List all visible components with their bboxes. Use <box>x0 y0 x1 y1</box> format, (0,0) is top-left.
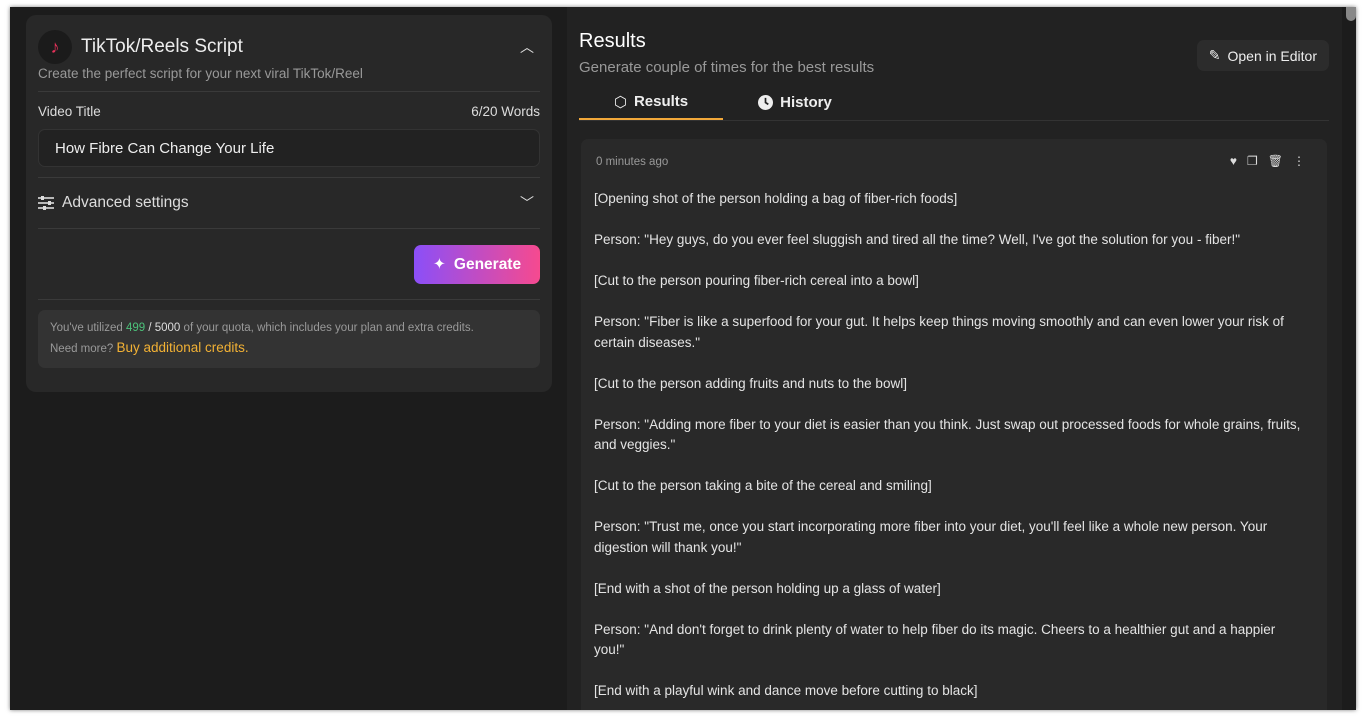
result-timestamp: 0 minutes ago <box>596 156 669 168</box>
tab-label: Results <box>633 93 689 110</box>
heart-icon[interactable]: ♥ <box>1230 154 1237 168</box>
trash-icon[interactable]: 🗑︎ <box>1268 154 1283 168</box>
result-text: [Opening shot of the person holding a ba… <box>594 189 1304 710</box>
copy-icon[interactable]: ❐ <box>1247 154 1258 168</box>
tab-label: History <box>780 94 832 111</box>
result-paragraph: Person: "Fiber is like a superfood for y… <box>594 314 1284 350</box>
results-panel: Results Generate couple of times for the… <box>567 7 1342 710</box>
buy-credits-link[interactable]: Buy additional credits. <box>117 340 249 355</box>
more-vertical-icon[interactable]: ⋮ <box>1293 154 1305 168</box>
quota-suffix: of your quota, which includes your plan … <box>183 322 474 334</box>
result-paragraph: [End with a playful wink and dance move … <box>594 683 978 698</box>
result-paragraph: Person: "And don't forget to drink plent… <box>594 621 1276 658</box>
tabs: ⬡ Results History <box>579 85 1329 121</box>
advanced-settings-label: Advanced settings <box>62 194 189 211</box>
quota-sep: / <box>148 322 152 334</box>
video-title-input[interactable]: How Fibre Can Change Your Life <box>38 129 540 167</box>
result-paragraph: [Cut to the person pouring fiber-rich ce… <box>594 273 919 288</box>
sparkles-icon: ✦ <box>432 256 446 273</box>
results-title: Results <box>579 30 646 52</box>
form-subtitle: Create the perfect script for your next … <box>38 66 363 81</box>
chevron-up-icon[interactable]: ︿ <box>520 37 534 57</box>
open-editor-label: Open in Editor <box>1227 47 1318 64</box>
divider <box>38 228 540 229</box>
generate-button[interactable]: ✦ Generate <box>414 245 540 284</box>
result-paragraph: Person: "Adding more fiber to your diet … <box>594 416 1301 453</box>
video-title-label: Video Title <box>38 104 101 119</box>
quota-prefix: You've utilized <box>50 322 123 334</box>
divider <box>38 299 540 300</box>
clock-icon <box>758 95 774 110</box>
cube-icon: ⬡ <box>613 93 627 111</box>
result-paragraph: [Opening shot of the person holding a ba… <box>594 191 958 206</box>
quota-notice: You've utilized 499 / 5000 of your quota… <box>38 310 540 368</box>
pencil-icon: ✎ <box>1208 47 1221 63</box>
divider <box>38 91 540 92</box>
result-paragraph: Person: "Trust me, once you start incorp… <box>594 519 1268 555</box>
script-form-card: ♪ TikTok/Reels Script ︿ Create the perfe… <box>26 15 552 392</box>
quota-total: 5000 <box>154 322 181 334</box>
quota-used: 499 <box>125 322 146 334</box>
quota-need: Need more? <box>50 343 114 355</box>
tiktok-icon: ♪ <box>38 30 72 64</box>
sliders-icon <box>38 196 54 210</box>
results-subtitle: Generate couple of times for the best re… <box>579 59 875 76</box>
advanced-settings-toggle[interactable]: Advanced settings ﹀ <box>38 178 540 228</box>
chevron-down-icon: ﹀ <box>520 195 534 211</box>
result-paragraph: [Cut to the person taking a bite of the … <box>594 478 932 493</box>
result-paragraph: [Cut to the person adding fruits and nut… <box>594 375 907 391</box>
tab-history[interactable]: History <box>723 85 867 120</box>
form-title: TikTok/Reels Script <box>81 36 243 57</box>
tab-results[interactable]: ⬡ Results <box>579 85 723 120</box>
app-window: ♪ TikTok/Reels Script ︿ Create the perfe… <box>10 7 1356 710</box>
word-count: 6/20 Words <box>471 104 540 119</box>
result-card: 0 minutes ago ♥ ❐ 🗑︎ ⋮ [Opening shot of … <box>581 139 1327 710</box>
result-paragraph: [End with a shot of the person holding u… <box>594 580 941 596</box>
open-in-editor-button[interactable]: ✎ Open in Editor <box>1196 40 1329 71</box>
scrollbar[interactable] <box>1346 7 1356 21</box>
generate-label: Generate <box>453 255 522 273</box>
result-paragraph: Person: "Hey guys, do you ever feel slug… <box>594 232 1240 247</box>
